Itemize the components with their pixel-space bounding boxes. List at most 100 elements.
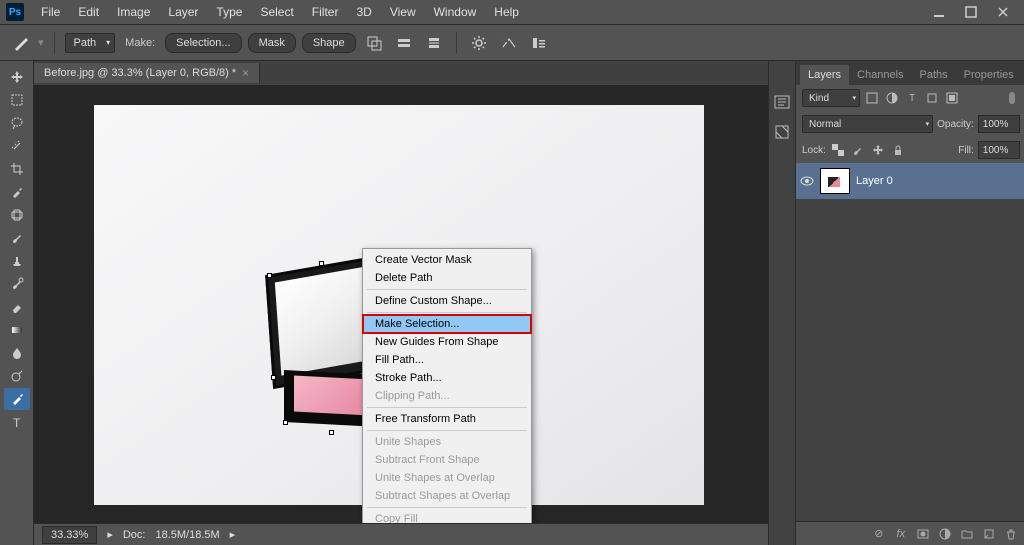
lock-transparency-icon[interactable] [830, 142, 846, 158]
context-menu-item: Clipping Path... [363, 387, 531, 405]
spot-heal-tool[interactable] [4, 204, 30, 226]
menu-view[interactable]: View [381, 1, 425, 23]
blend-mode-dropdown[interactable]: Normal [802, 115, 933, 133]
context-menu-item[interactable]: Create Vector Mask [363, 251, 531, 269]
make-selection-button[interactable]: Selection... [165, 33, 241, 53]
lock-all-icon[interactable] [890, 142, 906, 158]
marquee-tool[interactable] [4, 89, 30, 111]
gradient-tool[interactable] [4, 319, 30, 341]
pen-tool-icon [10, 32, 32, 54]
delete-layer-icon[interactable] [1004, 527, 1018, 541]
collapsed-panels-strip [768, 61, 795, 545]
menu-filter[interactable]: Filter [303, 1, 348, 23]
path-arrangement-icon[interactable] [422, 31, 446, 55]
lock-pixels-icon[interactable] [850, 142, 866, 158]
tab-properties[interactable]: Properties [956, 65, 1022, 85]
type-tool[interactable]: T [4, 411, 30, 433]
context-menu-item[interactable]: Delete Path [363, 269, 531, 287]
link-layers-icon[interactable]: ⊘ [872, 527, 886, 541]
rubber-band-icon[interactable] [497, 31, 521, 55]
context-menu-separator [367, 407, 527, 408]
filter-adjustment-icon[interactable] [884, 90, 900, 106]
make-mask-button[interactable]: Mask [248, 33, 296, 53]
opacity-label: Opacity: [937, 119, 974, 130]
opacity-field[interactable]: 100% [978, 115, 1020, 133]
blur-tool[interactable] [4, 342, 30, 364]
context-menu-item[interactable]: New Guides From Shape [363, 333, 531, 351]
menu-window[interactable]: Window [425, 1, 486, 23]
crop-tool[interactable] [4, 158, 30, 180]
lock-position-icon[interactable] [870, 142, 886, 158]
layer-name[interactable]: Layer 0 [856, 175, 893, 187]
filter-smart-icon[interactable] [944, 90, 960, 106]
magic-wand-tool[interactable] [4, 135, 30, 157]
tab-paths[interactable]: Paths [912, 65, 956, 85]
layer-mask-icon[interactable] [916, 527, 930, 541]
make-label: Make: [121, 37, 159, 49]
layer-filter-dropdown[interactable]: Kind [802, 89, 860, 107]
context-menu-item: Subtract Front Shape [363, 451, 531, 469]
align-edges-icon[interactable] [527, 31, 551, 55]
close-tab-icon[interactable]: × [242, 66, 249, 80]
fill-field[interactable]: 100% [978, 141, 1020, 159]
dodge-tool[interactable] [4, 365, 30, 387]
context-menu-item: Unite Shapes at Overlap [363, 469, 531, 487]
context-menu-item[interactable]: Fill Path... [363, 351, 531, 369]
history-brush-tool[interactable] [4, 273, 30, 295]
status-chevron-icon[interactable]: ▸ [230, 528, 236, 541]
menu-edit[interactable]: Edit [69, 1, 108, 23]
canvas-viewport[interactable]: Create Vector MaskDelete Path Define Cust… [34, 85, 768, 523]
menu-file[interactable]: File [32, 1, 69, 23]
history-panel-icon[interactable] [769, 89, 795, 115]
eraser-tool[interactable] [4, 296, 30, 318]
eyedropper-tool[interactable] [4, 181, 30, 203]
maximize-button[interactable] [956, 3, 986, 21]
context-menu-item: Copy Fill [363, 510, 531, 523]
make-shape-button[interactable]: Shape [302, 33, 356, 53]
new-layer-icon[interactable] [982, 527, 996, 541]
path-alignment-icon[interactable] [392, 31, 416, 55]
layers-footer: ⊘ fx [796, 521, 1024, 545]
brush-tool[interactable] [4, 227, 30, 249]
path-context-menu: Create Vector MaskDelete Path Define Cust… [362, 248, 532, 523]
filter-shape-icon[interactable] [924, 90, 940, 106]
menu-layer[interactable]: Layer [159, 1, 207, 23]
gear-icon[interactable] [467, 31, 491, 55]
pen-tool[interactable] [4, 388, 30, 410]
filter-toggle-icon[interactable] [1004, 90, 1020, 106]
menu-help[interactable]: Help [485, 1, 528, 23]
context-menu-item[interactable]: Make Selection... [363, 315, 531, 333]
fill-label: Fill: [958, 145, 974, 156]
menu-select[interactable]: Select [251, 1, 302, 23]
document-tab[interactable]: Before.jpg @ 33.3% (Layer 0, RGB/8) * × [34, 63, 260, 83]
layer-fx-icon[interactable]: fx [894, 527, 908, 541]
zoom-field[interactable]: 33.33% [42, 526, 97, 544]
swatches-panel-icon[interactable] [769, 119, 795, 145]
group-icon[interactable] [960, 527, 974, 541]
filter-type-icon[interactable]: T [904, 90, 920, 106]
adjustment-layer-icon[interactable] [938, 527, 952, 541]
move-tool[interactable] [4, 66, 30, 88]
menu-image[interactable]: Image [108, 1, 159, 23]
tab-channels[interactable]: Channels [849, 65, 911, 85]
path-operations-icon[interactable] [362, 31, 386, 55]
visibility-icon[interactable] [800, 174, 814, 188]
context-menu-item[interactable]: Free Transform Path [363, 410, 531, 428]
context-menu-item[interactable]: Define Custom Shape... [363, 292, 531, 310]
layers-list[interactable] [796, 199, 1024, 521]
menu-3d[interactable]: 3D [347, 1, 380, 23]
context-menu-item[interactable]: Stroke Path... [363, 369, 531, 387]
layer-row[interactable]: Layer 0 [796, 163, 1024, 199]
context-menu-separator [367, 312, 527, 313]
menu-type[interactable]: Type [207, 1, 251, 23]
tab-layers[interactable]: Layers [800, 65, 849, 85]
layer-thumbnail[interactable] [820, 168, 850, 194]
filter-pixel-icon[interactable] [864, 90, 880, 106]
context-menu-item: Subtract Shapes at Overlap [363, 487, 531, 505]
minimize-button[interactable] [924, 3, 954, 21]
doc-size-value: 18.5M/18.5M [155, 529, 219, 541]
close-button[interactable] [988, 3, 1018, 21]
path-mode-dropdown[interactable]: Path [65, 33, 116, 53]
clone-stamp-tool[interactable] [4, 250, 30, 272]
lasso-tool[interactable] [4, 112, 30, 134]
